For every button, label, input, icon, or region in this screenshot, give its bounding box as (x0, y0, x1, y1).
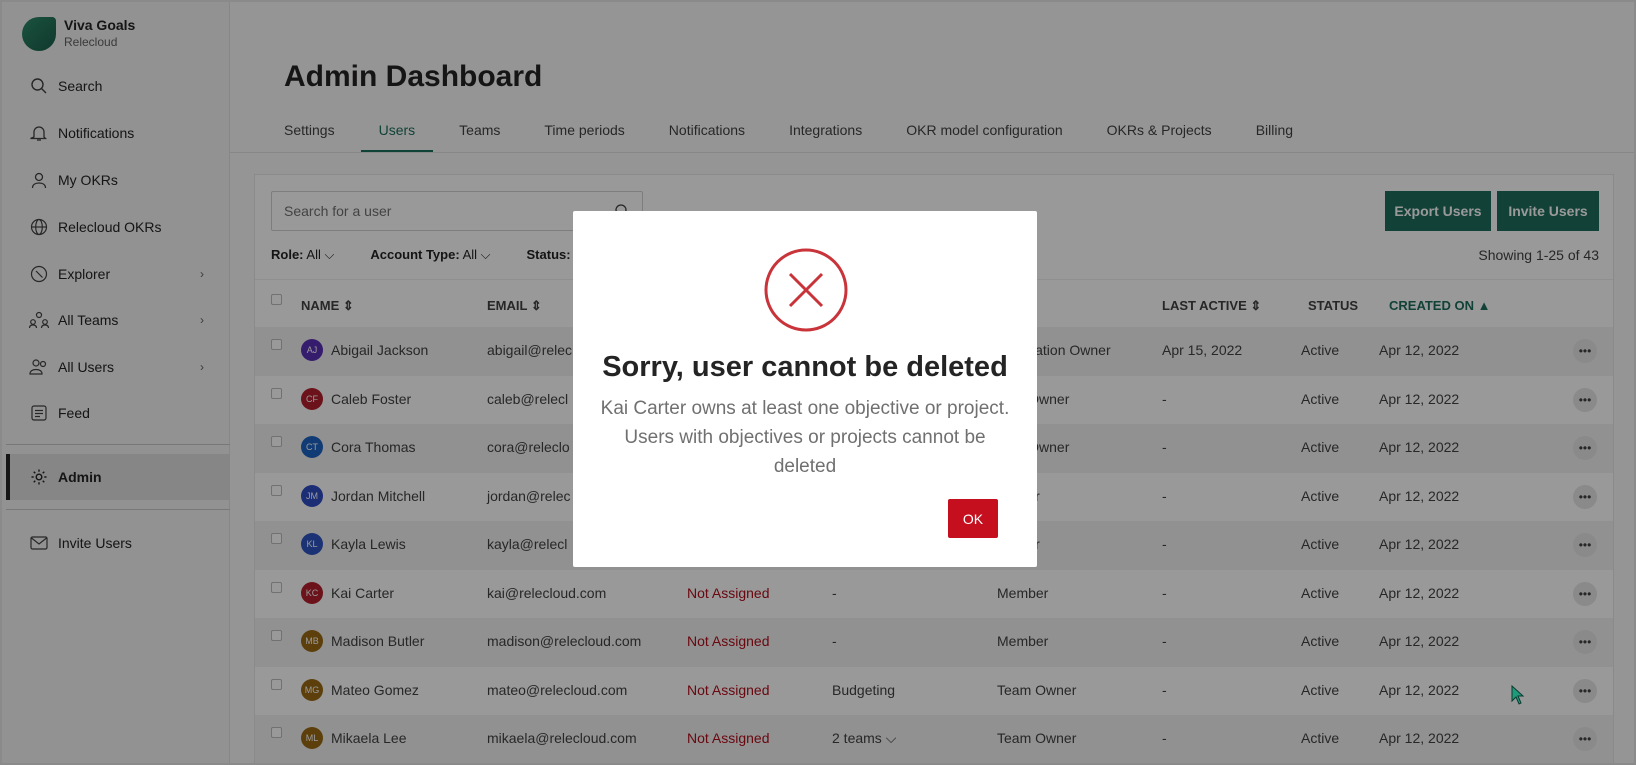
dialog-title: Sorry, user cannot be deleted (602, 351, 1008, 383)
ok-button[interactable]: OK (948, 499, 998, 538)
dialog-message: Kai Carter owns at least one objective o… (600, 398, 1010, 477)
error-dialog: Sorry, user cannot be deleted Kai Carter… (573, 211, 1037, 567)
app-window: Viva Goals Relecloud Search Notification… (0, 0, 1636, 765)
mouse-cursor-icon (1511, 685, 1525, 705)
error-circle-icon (764, 248, 848, 332)
